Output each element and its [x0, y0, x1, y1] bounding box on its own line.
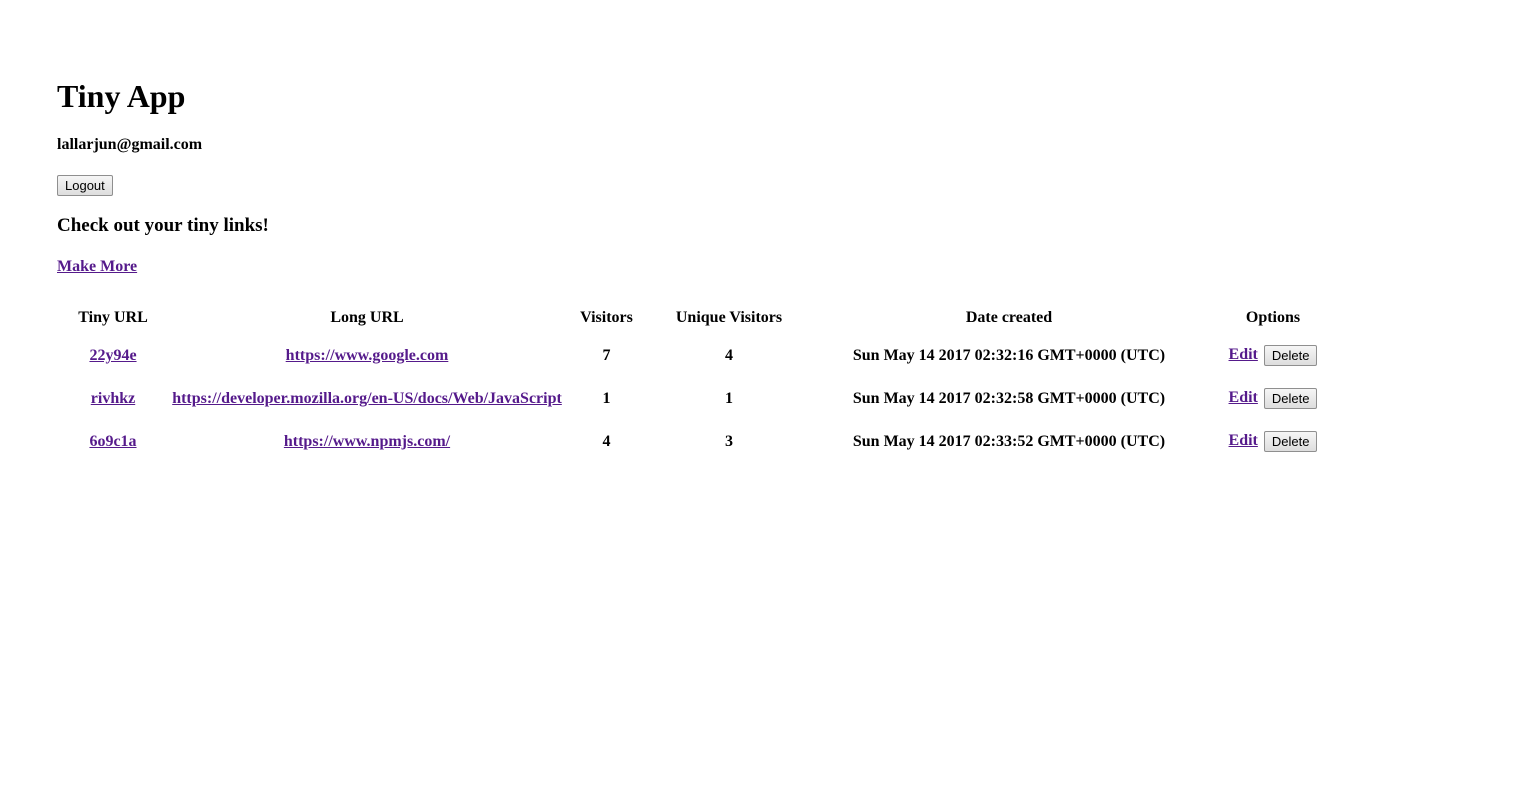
unique-visitors-count: 3 — [725, 432, 733, 450]
edit-link[interactable]: Edit — [1229, 389, 1258, 406]
tiny-url-link[interactable]: 22y94e — [89, 347, 136, 364]
long-url-link[interactable]: https://www.npmjs.com/ — [284, 433, 450, 450]
unique-visitors-count: 1 — [725, 389, 733, 407]
page-subtitle: Check out your tiny links! — [57, 215, 269, 236]
app-title: Tiny App — [57, 78, 186, 114]
tiny-url-link[interactable]: rivhkz — [91, 390, 135, 407]
header-date-created: Date created — [965, 308, 1053, 326]
long-url-cell: https://www.npmjs.com/ — [169, 421, 565, 462]
header-unique-visitors: Unique Visitors — [675, 308, 783, 326]
date-created: Sun May 14 2017 02:32:16 GMT+0000 (UTC) — [852, 346, 1166, 364]
delete-form: Delete — [1262, 431, 1318, 452]
delete-button[interactable]: Delete — [1263, 431, 1318, 452]
unique-visitors-count: 4 — [725, 346, 733, 364]
options-cell: Edit Delete — [1208, 421, 1338, 462]
date-created: Sun May 14 2017 02:33:52 GMT+0000 (UTC) — [852, 432, 1166, 450]
make-more-link[interactable]: Make More — [57, 257, 137, 277]
logout-button[interactable]: Logout — [57, 175, 113, 196]
table-row: 6o9c1a https://www.npmjs.com/ 4 3 Sun Ma… — [59, 421, 1338, 462]
header-options: Options — [1245, 308, 1301, 326]
options-cell: Edit Delete — [1208, 378, 1338, 419]
header-visitors: Visitors — [580, 308, 633, 326]
table-row: 22y94e https://www.google.com 7 4 Sun Ma… — [59, 335, 1338, 376]
user-email: lallarjun@gmail.com — [57, 136, 203, 153]
delete-button[interactable]: Delete — [1263, 388, 1318, 409]
tiny-url-link[interactable]: 6o9c1a — [89, 433, 136, 450]
tiny-url-cell: rivhkz — [59, 378, 167, 419]
options-cell: Edit Delete — [1208, 335, 1338, 376]
visitors-count: 4 — [602, 432, 611, 450]
header-long-url: Long URL — [330, 308, 404, 326]
long-url-cell: https://developer.mozilla.org/en-US/docs… — [169, 378, 565, 419]
edit-link[interactable]: Edit — [1229, 346, 1258, 363]
tiny-url-cell: 22y94e — [59, 335, 167, 376]
delete-form: Delete — [1262, 388, 1318, 409]
urls-table: Tiny URL Long URL Visitors Unique Visito… — [57, 300, 1340, 464]
tiny-url-cell: 6o9c1a — [59, 421, 167, 462]
long-url-link[interactable]: https://www.google.com — [286, 347, 449, 364]
delete-button[interactable]: Delete — [1263, 345, 1318, 366]
edit-link[interactable]: Edit — [1229, 432, 1258, 449]
long-url-link[interactable]: https://developer.mozilla.org/en-US/docs… — [172, 390, 562, 407]
long-url-cell: https://www.google.com — [169, 335, 565, 376]
visitors-count: 1 — [602, 389, 611, 407]
date-created: Sun May 14 2017 02:32:58 GMT+0000 (UTC) — [852, 389, 1166, 407]
header-tiny-url: Tiny URL — [78, 308, 148, 326]
table-row: rivhkz https://developer.mozilla.org/en-… — [59, 378, 1338, 419]
table-header-row: Tiny URL Long URL Visitors Unique Visito… — [59, 302, 1338, 333]
visitors-count: 7 — [602, 346, 611, 364]
delete-form: Delete — [1262, 345, 1318, 366]
